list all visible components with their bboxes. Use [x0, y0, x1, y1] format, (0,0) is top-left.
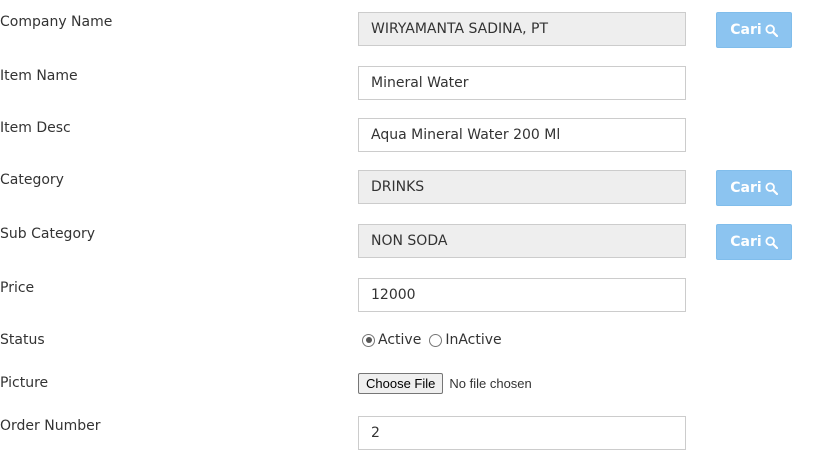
item-desc-label: Item Desc — [0, 120, 71, 136]
search-icon — [765, 23, 778, 37]
choose-file-button[interactable]: Choose File — [358, 373, 444, 394]
picture-label: Picture — [0, 375, 49, 391]
search-icon — [765, 181, 778, 195]
order-number-input[interactable]: 2 — [358, 416, 686, 450]
status-option-active-label: Active — [378, 332, 422, 348]
company-name-label: Company Name — [0, 14, 113, 30]
search-button-label: Cari — [730, 22, 762, 38]
order-number-label: Order Number — [0, 418, 101, 434]
search-icon — [765, 235, 778, 249]
sub-category-search-button[interactable]: Cari — [716, 224, 792, 260]
status-label: Status — [0, 332, 45, 348]
item-desc-value: Aqua Mineral Water 200 Ml — [371, 127, 561, 143]
company-search-button[interactable]: Cari — [716, 12, 792, 48]
radio-active[interactable] — [362, 333, 375, 347]
sub-category-label: Sub Category — [0, 226, 96, 242]
file-status-text: No file chosen — [449, 376, 532, 391]
price-value: 12000 — [371, 287, 416, 303]
category-value: DRINKS — [371, 179, 425, 195]
category-label: Category — [0, 172, 64, 188]
status-option-active[interactable]: Active — [362, 332, 421, 348]
status-option-inactive[interactable]: InActive — [429, 332, 502, 348]
status-option-inactive-label: InActive — [445, 332, 502, 348]
sub-category-field[interactable]: NON SODA — [358, 224, 686, 258]
radio-inactive[interactable] — [429, 333, 443, 347]
picture-file-input: Choose File No file chosen — [358, 373, 532, 394]
item-name-value: Mineral Water — [371, 75, 469, 91]
price-label: Price — [0, 280, 35, 296]
category-search-button[interactable]: Cari — [716, 170, 792, 206]
order-number-value: 2 — [371, 425, 380, 441]
item-name-label: Item Name — [0, 68, 78, 84]
price-input[interactable]: 12000 — [358, 278, 686, 312]
search-button-label: Cari — [730, 180, 762, 196]
company-name-field[interactable]: WIRYAMANTA SADINA, PT — [358, 12, 686, 46]
sub-category-value: NON SODA — [371, 233, 448, 249]
search-button-label: Cari — [730, 234, 762, 250]
status-radio-group: Active InActive — [362, 330, 510, 350]
item-desc-input[interactable]: Aqua Mineral Water 200 Ml — [358, 118, 686, 152]
item-name-input[interactable]: Mineral Water — [358, 66, 686, 100]
category-field[interactable]: DRINKS — [358, 170, 686, 204]
company-name-value: WIRYAMANTA SADINA, PT — [371, 21, 549, 37]
